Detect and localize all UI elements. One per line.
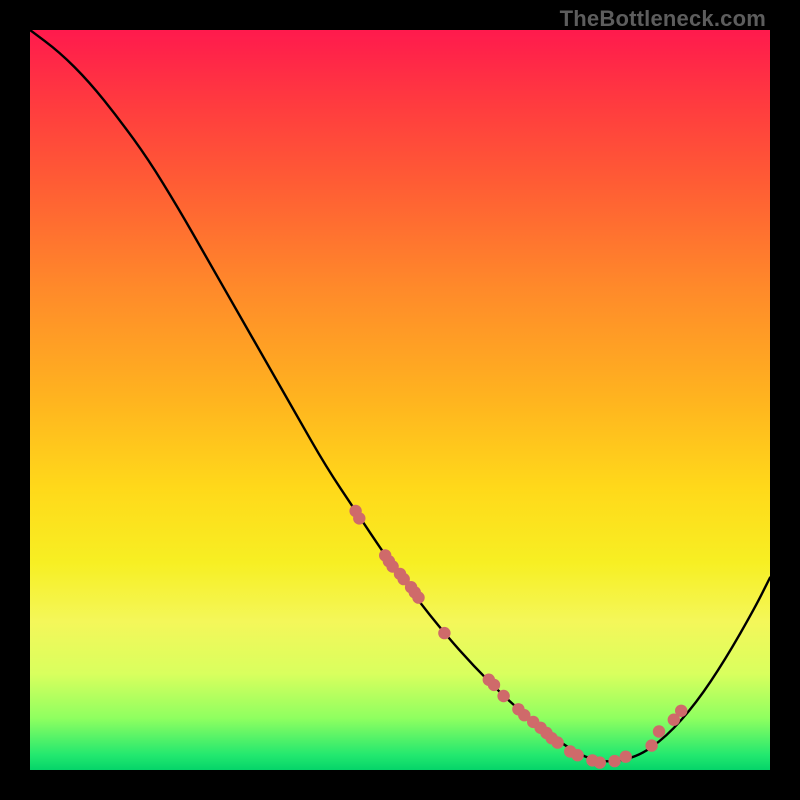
scatter-point	[653, 725, 665, 737]
chart-svg	[30, 30, 770, 770]
scatter-point	[551, 736, 563, 748]
scatter-points-group	[349, 505, 687, 769]
chart-stage: TheBottleneck.com	[0, 0, 800, 800]
scatter-point	[675, 705, 687, 717]
scatter-point	[594, 756, 606, 768]
scatter-point	[608, 755, 620, 767]
scatter-point	[645, 739, 657, 751]
scatter-point	[353, 512, 365, 524]
scatter-point	[488, 679, 500, 691]
bottleneck-curve-path	[30, 30, 770, 761]
watermark-text: TheBottleneck.com	[560, 6, 766, 32]
plot-area	[30, 30, 770, 770]
scatter-point	[620, 751, 632, 763]
scatter-point	[571, 749, 583, 761]
scatter-point	[412, 591, 424, 603]
scatter-point	[438, 627, 450, 639]
scatter-point	[497, 690, 509, 702]
